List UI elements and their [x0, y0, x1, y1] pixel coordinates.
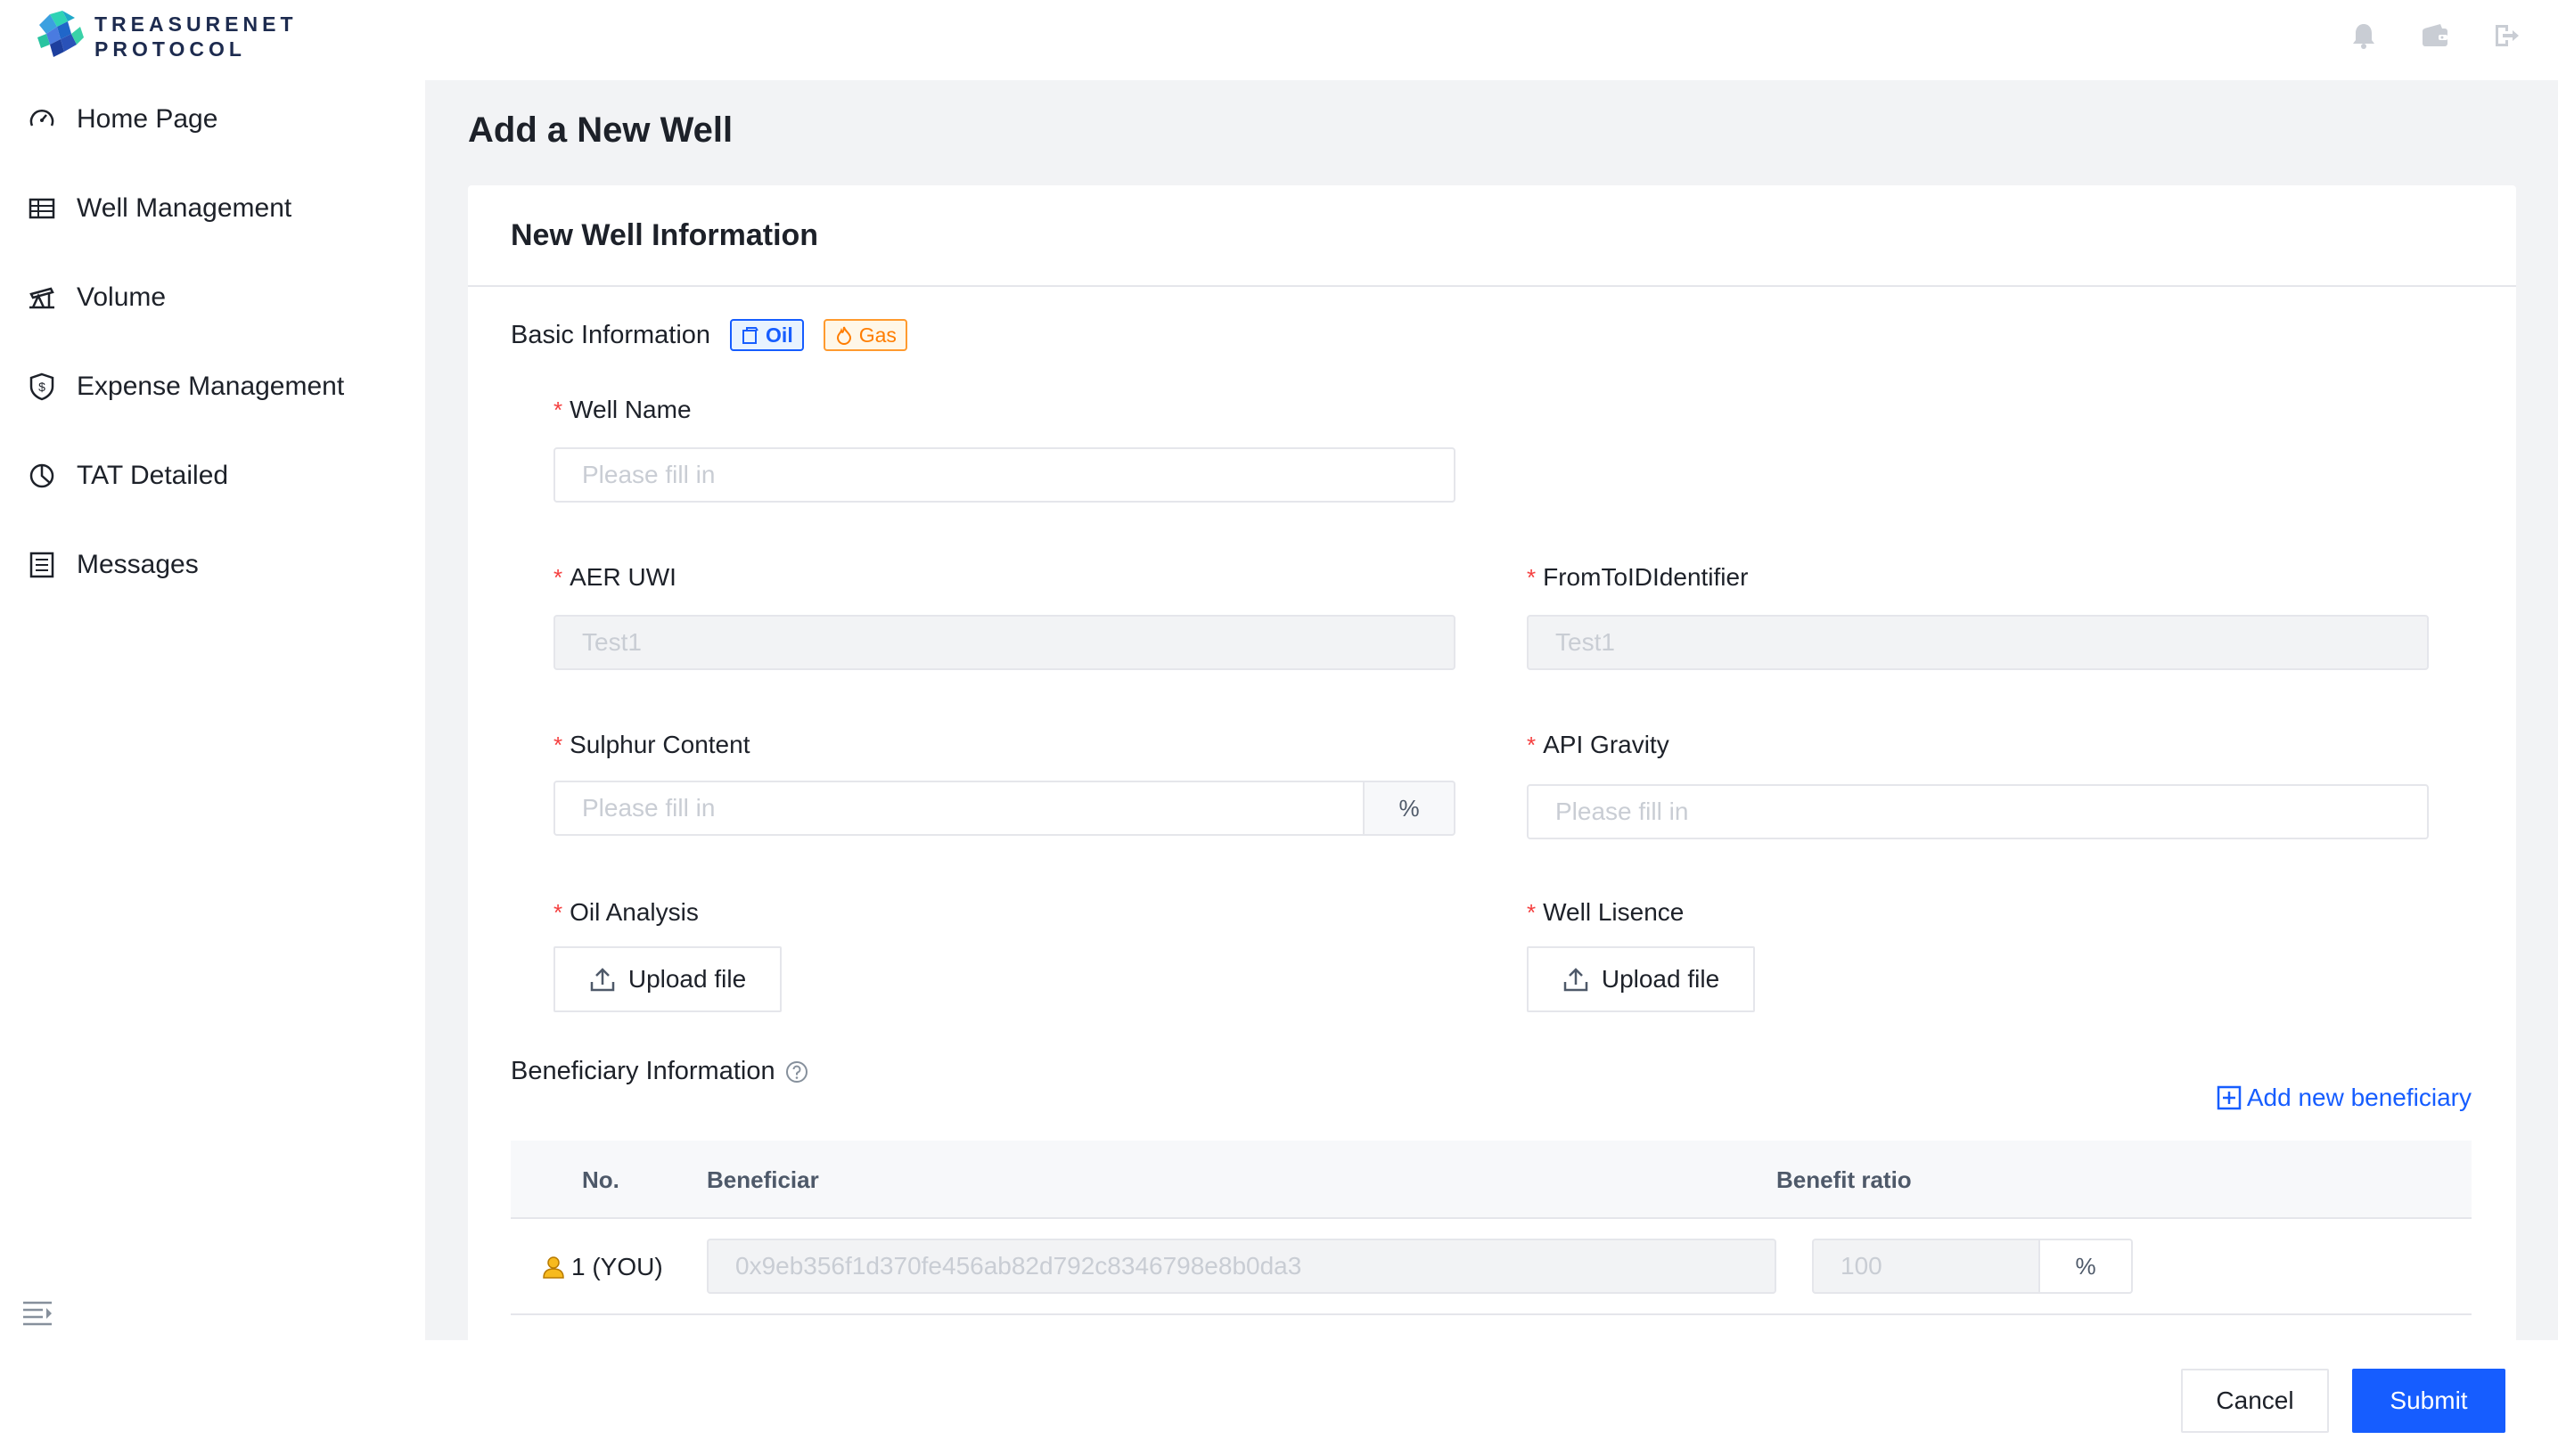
card-title: New Well Information: [511, 217, 819, 252]
user-icon: [543, 1256, 564, 1279]
list-icon: [27, 550, 57, 580]
bell-icon[interactable]: [2348, 20, 2380, 52]
collapse-sidebar-icon[interactable]: [21, 1299, 53, 1331]
oil-analysis-label: * Oil Analysis: [553, 898, 699, 926]
oil-icon: [742, 327, 758, 344]
sidebar-item-tat-detailed[interactable]: TAT Detailed: [0, 440, 425, 511]
flame-icon: [836, 326, 851, 345]
well-licence-upload-button[interactable]: Upload file: [1527, 946, 1755, 1012]
beneficiary-section-title: Beneficiary Information: [511, 1057, 809, 1086]
add-square-icon: [2217, 1085, 2242, 1110]
aer-uwi-label: * AER UWI: [553, 563, 676, 591]
sidebar: Home Page Well Management Volume $ Expen…: [0, 80, 425, 1456]
brand-line-2: PROTOCOL: [94, 37, 246, 61]
sidebar-item-label: Expense Management: [77, 372, 345, 401]
main-content: Add a New Well New Well Information Basi…: [425, 80, 2558, 1340]
brand-logo[interactable]: TREASURENET PROTOCOL: [32, 9, 298, 64]
form-footer: Cancel Submit: [425, 1340, 2558, 1456]
sulphur-percent-suffix: %: [1365, 781, 1455, 836]
sidebar-item-home[interactable]: Home Page: [0, 84, 425, 155]
column-header: Benefit ratio: [1776, 1166, 1912, 1193]
oil-tag[interactable]: Oil: [730, 319, 804, 351]
from-to-id-label: * FromToIDIdentifier: [1527, 563, 1749, 591]
sidebar-item-label: Home Page: [77, 104, 218, 134]
beneficiary-address-input[interactable]: [707, 1239, 1776, 1294]
row-number-cell: 1 (YOU): [541, 1219, 663, 1315]
upload-button-label: Upload file: [1601, 965, 1720, 993]
aer-uwi-input[interactable]: [553, 615, 1455, 670]
top-bar: TREASURENET PROTOCOL: [0, 0, 2558, 80]
gas-tag-label: Gas: [858, 323, 897, 347]
page-title: Add a New Well: [468, 110, 734, 150]
beneficiary-table: No. Beneficiar Benefit ratio 1 (YOU) %: [511, 1141, 2472, 1315]
well-name-label: * Well Name: [553, 396, 692, 423]
ratio-percent-suffix: %: [2040, 1239, 2133, 1294]
column-header: Beneficiar: [707, 1166, 819, 1193]
add-beneficiary-button[interactable]: Add new beneficiary: [2217, 1084, 2472, 1112]
dashboard-icon: [27, 104, 57, 135]
sidebar-item-label: Messages: [77, 550, 199, 579]
cancel-button[interactable]: Cancel: [2181, 1369, 2329, 1433]
sidebar-item-label: Volume: [77, 282, 167, 312]
benefit-ratio-input[interactable]: [1812, 1239, 2040, 1294]
add-beneficiary-label: Add new beneficiary: [2246, 1084, 2472, 1111]
column-header: No.: [582, 1166, 619, 1193]
logout-icon[interactable]: [2490, 20, 2522, 52]
brand-line-1: TREASURENET: [94, 12, 298, 36]
submit-button[interactable]: Submit: [2352, 1369, 2505, 1433]
section-title: Basic Information: [511, 320, 711, 349]
sidebar-item-label: TAT Detailed: [77, 461, 229, 490]
sulphur-content-input[interactable]: [553, 781, 1365, 836]
oil-pump-icon: [27, 282, 57, 313]
api-gravity-input[interactable]: [1527, 784, 2429, 839]
wallet-icon[interactable]: [2419, 20, 2451, 52]
from-to-id-input[interactable]: [1527, 615, 2429, 670]
treasurenet-logo-icon: [37, 11, 84, 57]
form-card: New Well Information Basic Information O…: [468, 185, 2516, 1340]
api-gravity-label: * API Gravity: [1527, 731, 1669, 758]
upload-icon: [590, 968, 615, 992]
sidebar-item-volume[interactable]: Volume: [0, 262, 425, 333]
row-number: 1 (YOU): [571, 1253, 663, 1280]
help-icon[interactable]: [784, 1059, 809, 1084]
table-row: 1 (YOU) %: [511, 1219, 2472, 1315]
oil-tag-label: Oil: [766, 323, 793, 347]
pie-chart-icon: [27, 461, 57, 491]
dollar-shield-icon: $: [27, 372, 57, 402]
sidebar-item-messages[interactable]: Messages: [0, 529, 425, 601]
upload-icon: [1563, 968, 1588, 992]
oil-analysis-upload-button[interactable]: Upload file: [553, 946, 782, 1012]
svg-text:$: $: [38, 380, 45, 394]
table-header: No. Beneficiar Benefit ratio: [511, 1141, 2472, 1219]
well-licence-label: * Well Lisence: [1527, 898, 1685, 926]
sidebar-item-well-management[interactable]: Well Management: [0, 173, 425, 244]
upload-button-label: Upload file: [627, 965, 747, 993]
basic-info-section: Basic Information Oil Gas: [511, 319, 907, 351]
gas-tag[interactable]: Gas: [823, 319, 907, 351]
well-name-input[interactable]: [553, 447, 1455, 503]
sidebar-item-label: Well Management: [77, 193, 292, 223]
table-icon: [27, 193, 57, 224]
sidebar-item-expense-management[interactable]: $ Expense Management: [0, 351, 425, 422]
sulphur-content-label: * Sulphur Content: [553, 731, 750, 758]
